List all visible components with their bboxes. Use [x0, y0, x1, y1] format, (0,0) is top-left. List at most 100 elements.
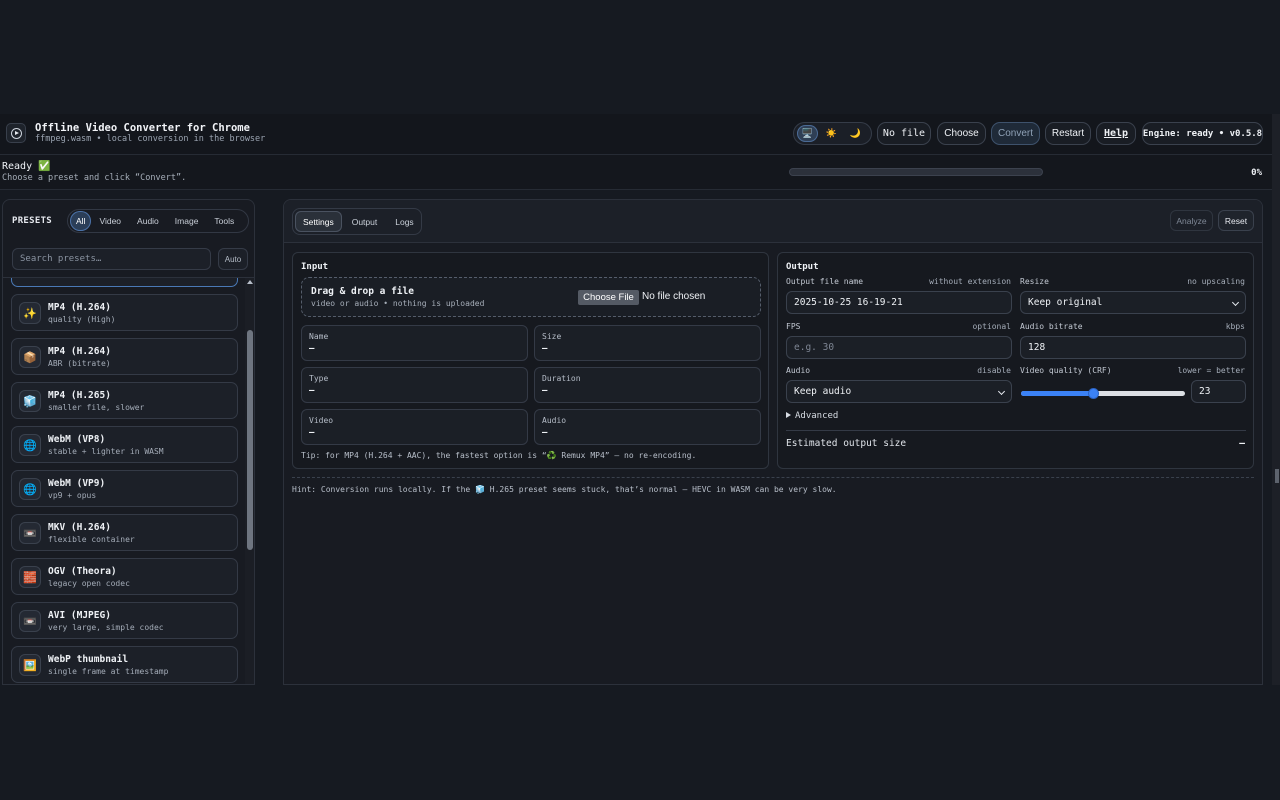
preset-name: AVI (MJPEG) [48, 610, 111, 621]
filter-tab-audio[interactable]: Audio [129, 211, 167, 231]
preset-card[interactable]: 🧊 MP4 (H.265) smaller file, slower [11, 382, 238, 419]
crf-value-input[interactable]: 23 [1191, 380, 1246, 403]
estimated-size-value: — [1239, 438, 1245, 449]
dropzone-subtitle: video or audio • nothing is uploaded [311, 299, 485, 308]
choose-file-button[interactable]: Choose File [578, 290, 639, 305]
resize-select[interactable]: Keep original [1020, 291, 1246, 314]
preset-name: MP4 (H.264) [48, 346, 111, 357]
resize-selected-value: Keep original [1028, 297, 1103, 308]
chevron-down-icon [997, 387, 1006, 396]
preset-name: OGV (Theora) [48, 566, 117, 577]
tab-settings[interactable]: Settings [295, 211, 342, 232]
preset-description: vp9 + opus [48, 491, 97, 500]
preset-list: ✨ MP4 (H.264) quality (High) 📦 MP4 (H.264) AB… [3, 278, 243, 684]
resize-label: Resize [1020, 277, 1049, 286]
app-header: Offline Video Converter for Chrome ffmpe… [0, 114, 1272, 155]
choose-button[interactable]: Choose [937, 122, 986, 145]
meta-value: — [309, 386, 315, 396]
chevron-down-icon [1231, 298, 1240, 307]
tab-output[interactable]: Output [344, 211, 386, 232]
tab-logs[interactable]: Logs [387, 211, 421, 232]
audio-bitrate-label: Audio bitrate [1020, 322, 1083, 331]
presets-panel: PRESETS All Video Audio Image Tools Auto… [2, 199, 255, 685]
filter-tab-video[interactable]: Video [91, 211, 129, 231]
scrollbar-thumb[interactable] [1275, 469, 1279, 483]
convert-button[interactable]: Convert [991, 122, 1040, 145]
preset-icon: 🧊 [19, 390, 41, 412]
auto-button[interactable]: Auto [218, 248, 248, 270]
help-link[interactable]: Help [1096, 122, 1136, 145]
main-panel: Settings Output Logs Analyze Reset Input… [283, 199, 1263, 685]
page-scrollbar[interactable] [1272, 114, 1280, 685]
preset-description: single frame at timestamp [48, 667, 169, 676]
preset-card[interactable]: 📼 AVI (MJPEG) very large, simple codec [11, 602, 238, 639]
light-theme-icon[interactable]: ☀️ [821, 125, 842, 142]
preset-icon: 🌐 [19, 478, 41, 500]
preset-card[interactable]: 📦 MP4 (H.264) ABR (bitrate) [11, 338, 238, 375]
preset-description: smaller file, slower [48, 403, 145, 412]
analyze-button[interactable]: Analyze [1170, 210, 1213, 231]
output-section-title: Output [786, 262, 819, 272]
crf-slider-thumb[interactable] [1088, 388, 1100, 399]
preset-card[interactable]: 🧱 OGV (Theora) legacy open codec [11, 558, 238, 595]
app-subtitle: ffmpeg.wasm • local conversion in the br… [35, 134, 266, 144]
file-dropzone[interactable]: Drag & drop a file video or audio • noth… [301, 277, 761, 317]
output-section: Output Output file name without extensio… [777, 252, 1254, 469]
preset-card[interactable]: 📼 MKV (H.264) flexible container [11, 514, 238, 551]
preset-description: ABR (bitrate) [48, 359, 111, 368]
advanced-toggle[interactable]: Advanced [786, 411, 838, 421]
progress-percent: 0% [1251, 168, 1262, 178]
system-theme-icon[interactable]: 🖥️ [797, 125, 818, 142]
conversion-hint: Hint: Conversion runs locally. If the 🧊 … [292, 485, 837, 494]
preset-description: legacy open codec [48, 579, 130, 588]
fps-input[interactable]: e.g. 30 [786, 336, 1012, 359]
meta-duration: Duration — [534, 367, 761, 403]
preset-card[interactable]: 🖼️ WebP thumbnail single frame at timestam… [11, 646, 238, 683]
preset-description: stable + lighter in WASM [48, 447, 164, 456]
preset-name: WebM (VP8) [48, 434, 106, 445]
preset-name: WebM (VP9) [48, 478, 106, 489]
dark-theme-icon[interactable]: 🌙 [845, 125, 866, 142]
preset-name: WebP thumbnail [48, 654, 129, 665]
preset-card[interactable]: 🌐 WebM (VP9) vp9 + opus [11, 470, 238, 507]
reset-button[interactable]: Reset [1218, 210, 1254, 231]
crf-slider-track[interactable] [1021, 391, 1185, 396]
output-filename-input[interactable]: 2025-10-25 16-19-21 [786, 291, 1012, 314]
resize-hint: no upscaling [1187, 277, 1245, 286]
progress-bar [789, 168, 1043, 176]
meta-label: Video [309, 416, 334, 425]
input-section-title: Input [301, 262, 329, 272]
filter-tab-image[interactable]: Image [167, 211, 207, 231]
filter-tab-tools[interactable]: Tools [206, 211, 242, 231]
filename-label: Output file name [786, 277, 864, 286]
fps-hint: optional [972, 322, 1011, 331]
meta-value: — [309, 428, 315, 438]
theme-switcher: 🖥️ ☀️ 🌙 [793, 122, 872, 145]
divider [786, 430, 1246, 431]
meta-type: Type — [301, 367, 528, 403]
scroll-up-arrow-icon[interactable] [247, 280, 253, 284]
preset-icon: 📼 [19, 610, 41, 632]
preset-card-partial[interactable] [11, 278, 238, 287]
meta-label: Duration [542, 374, 581, 383]
main-toolbar: Settings Output Logs Analyze Reset [284, 200, 1262, 243]
preset-description: quality (High) [48, 315, 116, 324]
meta-label: Type [309, 374, 329, 383]
preset-list-scrollbar[interactable] [245, 278, 254, 684]
audio-label: Audio [786, 366, 811, 375]
dropzone-title: Drag & drop a file [311, 286, 414, 297]
preset-search-input[interactable] [12, 248, 211, 270]
preset-card[interactable]: 🌐 WebM (VP8) stable + lighter in WASM [11, 426, 238, 463]
audio-select[interactable]: Keep audio [786, 380, 1012, 403]
audio-bitrate-input[interactable]: 128 [1020, 336, 1246, 359]
audio-selected-value: Keep audio [794, 386, 852, 397]
fps-label: FPS [786, 322, 801, 331]
restart-button[interactable]: Restart [1045, 122, 1091, 145]
status-bar: Ready ✅ Choose a preset and click “Conve… [0, 155, 1272, 190]
filter-tab-all[interactable]: All [70, 211, 92, 231]
status-message: Choose a preset and click “Convert”. [2, 173, 187, 183]
audio-hint: disable [977, 366, 1011, 375]
app-title: Offline Video Converter for Chrome [35, 122, 250, 134]
scrollbar-thumb[interactable] [247, 330, 253, 550]
preset-card[interactable]: ✨ MP4 (H.264) quality (High) [11, 294, 238, 331]
